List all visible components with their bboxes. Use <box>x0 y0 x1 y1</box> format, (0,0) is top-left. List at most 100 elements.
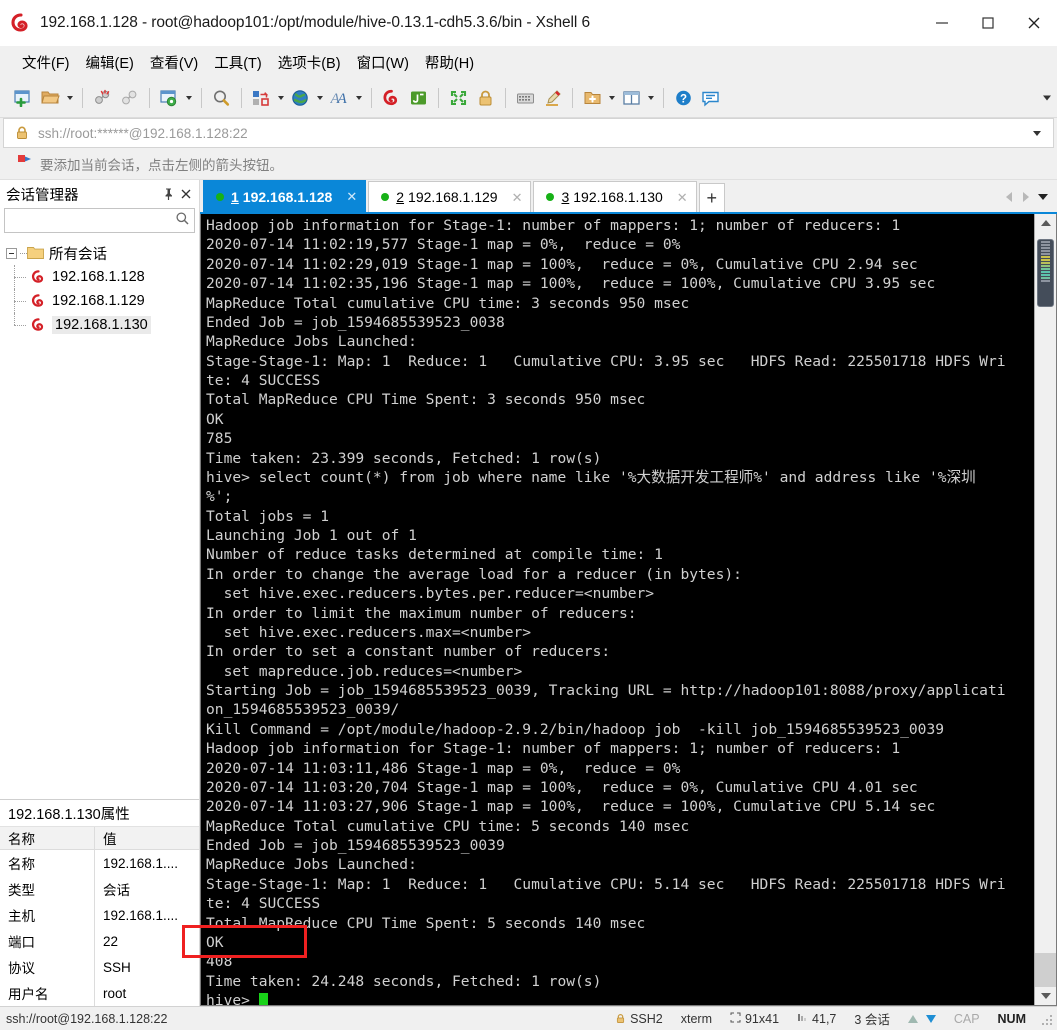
xshell-session-icon <box>30 269 47 285</box>
menu-file[interactable]: 文件(F) <box>14 49 78 76</box>
font-icon[interactable]: A A <box>326 84 353 112</box>
close-icon[interactable] <box>177 184 195 204</box>
font-dropdown-icon[interactable] <box>353 84 365 112</box>
tab-close-icon[interactable]: ✕ <box>346 190 357 203</box>
terminal-line: 2020-07-14 11:02:35,196 Stage-1 map = 10… <box>206 275 936 293</box>
open-folder-icon[interactable] <box>37 84 64 112</box>
globe-icon[interactable] <box>287 84 314 112</box>
transfer-icon[interactable] <box>248 84 275 112</box>
properties-row[interactable]: 用户名 root <box>0 980 199 1006</box>
maximize-button[interactable] <box>965 0 1011 46</box>
lock-icon[interactable] <box>472 84 499 112</box>
terminal-line: on_1594685539523_0039/ <box>206 701 400 719</box>
terminal-container: Hadoop job information for Stage-1: numb… <box>200 214 1057 1006</box>
tab-close-icon[interactable]: ✕ <box>677 191 688 204</box>
tree-node-session-128[interactable]: 192.168.1.128 <box>0 265 199 289</box>
resize-grip-icon[interactable] <box>1041 1012 1054 1025</box>
scroll-up-button[interactable] <box>1035 214 1056 232</box>
terminal-line: %'; <box>206 488 233 506</box>
pin-icon[interactable] <box>159 184 177 204</box>
scrollbar-track[interactable] <box>1035 232 1056 987</box>
tab-number: 3 <box>561 189 570 205</box>
toolbar-separator <box>149 87 150 108</box>
tree-node-label: 所有会话 <box>49 246 107 263</box>
tab-label: 192.168.1.129 <box>408 189 498 205</box>
red-flag-icon <box>16 153 32 174</box>
properties-row[interactable]: 端口 22 <box>0 928 199 954</box>
terminal-line: OK <box>206 410 224 428</box>
size-icon <box>730 1012 741 1026</box>
search-icon[interactable] <box>175 211 190 231</box>
menu-view[interactable]: 查看(V) <box>142 49 206 76</box>
toolbar-overflow-icon[interactable] <box>1043 95 1051 100</box>
tab-close-icon[interactable]: ✕ <box>512 191 523 204</box>
terminal-scrollbar[interactable] <box>1034 214 1056 1005</box>
menu-tools[interactable]: 工具(T) <box>206 49 270 76</box>
disconnect-icon[interactable] <box>89 84 116 112</box>
scroll-down-button[interactable] <box>1035 987 1056 1005</box>
status-cursor-pos-label: 41,7 <box>812 1011 837 1026</box>
session-properties-dropdown-icon[interactable] <box>183 84 195 112</box>
highlight-icon[interactable] <box>539 84 566 112</box>
tab-192-168-1-130[interactable]: 3 192.168.1.130 ✕ <box>533 181 697 212</box>
session-manager-header: 会话管理器 <box>0 180 199 208</box>
properties-row[interactable]: 协议 SSH <box>0 954 199 980</box>
menu-edit[interactable]: 编辑(E) <box>78 49 142 76</box>
open-folder-dropdown-icon[interactable] <box>64 84 76 112</box>
feedback-icon[interactable] <box>697 84 724 112</box>
scrollbar-thumb[interactable] <box>1037 239 1054 307</box>
help-icon[interactable]: ? <box>670 84 697 112</box>
notice-bar: 要添加当前会话，点击左侧的箭头按钮。 <box>0 148 1057 180</box>
close-button[interactable] <box>1011 0 1057 46</box>
chevron-down-icon[interactable] <box>1033 130 1041 136</box>
menu-help[interactable]: 帮助(H) <box>417 49 482 76</box>
new-folder-icon[interactable] <box>579 84 606 112</box>
find-icon[interactable] <box>208 84 235 112</box>
tab-192-168-1-128[interactable]: 1 192.168.1.128 ✕ <box>203 180 367 212</box>
scrollbar-lower-region[interactable] <box>1035 953 1056 987</box>
notice-text: 要添加当前会话，点击左侧的箭头按钮。 <box>40 157 283 173</box>
lock-icon <box>14 125 30 141</box>
globe-dropdown-icon[interactable] <box>314 84 326 112</box>
tree-node-session-130[interactable]: 192.168.1.130 <box>0 313 199 337</box>
xftp-icon[interactable] <box>405 84 432 112</box>
xshell-icon[interactable] <box>378 84 405 112</box>
address-bar[interactable]: ssh://root:******@192.168.1.128:22 <box>3 118 1054 148</box>
properties-header-row: 名称 值 <box>0 827 199 850</box>
layout-dropdown-icon[interactable] <box>645 84 657 112</box>
properties-row[interactable]: 类型 会话 <box>0 876 199 902</box>
terminal-line: set hive.exec.reducers.bytes.per.reducer… <box>206 585 655 603</box>
terminal-output[interactable]: Hadoop job information for Stage-1: numb… <box>201 214 1034 1005</box>
terminal-line: Stage-Stage-1: Map: 1 Reduce: 1 Cumulati… <box>206 352 1006 370</box>
menu-window[interactable]: 窗口(W) <box>349 49 417 76</box>
new-tab-button[interactable]: + <box>698 183 725 212</box>
new-folder-dropdown-icon[interactable] <box>606 84 618 112</box>
properties-row[interactable]: 名称 192.168.1.... <box>0 850 199 876</box>
terminal-line: 2020-07-14 11:02:19,577 Stage-1 map = 0%… <box>206 236 681 254</box>
address-input[interactable]: ssh://root:******@192.168.1.128:22 <box>38 126 1033 141</box>
chevron-down-icon[interactable] <box>1034 185 1052 209</box>
session-search-box[interactable] <box>4 208 195 233</box>
svg-text:A: A <box>337 91 348 107</box>
keyboard-icon[interactable] <box>512 84 539 112</box>
transfer-dropdown-icon[interactable] <box>275 84 287 112</box>
minimize-button[interactable] <box>919 0 965 46</box>
chevron-right-icon[interactable] <box>1017 185 1034 209</box>
tab-192-168-1-129[interactable]: 2 192.168.1.129 ✕ <box>368 181 532 212</box>
tree-node-all-sessions[interactable]: 所有会话 <box>0 241 199 265</box>
property-value: 192.168.1.... <box>103 855 179 871</box>
tree-expander-icon[interactable] <box>6 247 17 259</box>
session-properties-icon[interactable] <box>156 84 183 112</box>
fullscreen-icon[interactable] <box>445 84 472 112</box>
layout-icon[interactable] <box>618 84 645 112</box>
property-name: 类型 <box>0 876 95 902</box>
link-icon[interactable] <box>116 84 143 112</box>
menu-tabs[interactable]: 选项卡(B) <box>270 49 349 76</box>
xshell-icon <box>11 12 31 33</box>
chevron-left-icon[interactable] <box>1000 185 1017 209</box>
new-session-icon[interactable] <box>10 84 37 112</box>
properties-row[interactable]: 主机 192.168.1.... <box>0 902 199 928</box>
terminal-line: Hadoop job information for Stage-1: numb… <box>206 217 901 234</box>
tree-node-session-129[interactable]: 192.168.1.129 <box>0 289 199 313</box>
terminal-line: te: 4 SUCCESS <box>206 895 321 913</box>
